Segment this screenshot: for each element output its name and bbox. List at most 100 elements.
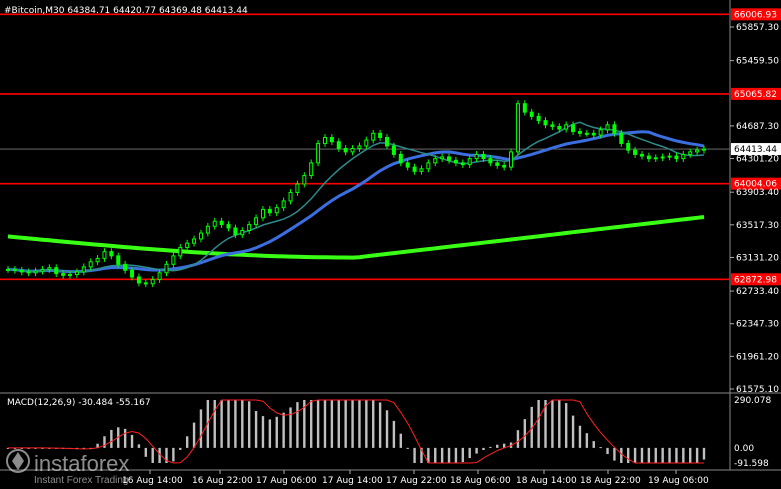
candle-body	[460, 162, 465, 166]
macd-histogram-bar	[241, 400, 244, 448]
candle-body	[33, 270, 38, 274]
macd-histogram-bar	[523, 419, 527, 448]
candle-body	[68, 273, 73, 276]
price-tick-label: 63903.40	[736, 188, 779, 198]
macd-histogram-bar	[351, 400, 354, 448]
candle-body	[543, 120, 548, 126]
time-tick-label: 17 Aug 22:00	[386, 476, 447, 486]
macd-histogram-bar	[689, 447, 692, 463]
price-axis: 65857.30 65459.50 64687.30 64301.20 63903.40…	[730, 23, 779, 395]
time-tick-label: 17 Aug 14:00	[322, 476, 383, 486]
candle-body	[322, 137, 327, 144]
macd-histogram-bar	[447, 447, 451, 463]
macd-histogram-bar	[482, 447, 485, 451]
candle-body	[653, 157, 658, 160]
price-tick-label: 65857.30	[736, 23, 779, 33]
candle-body	[6, 268, 10, 271]
macd-histogram-bar	[654, 447, 657, 463]
macd-axis-label: -91.598	[734, 459, 769, 469]
candle-body	[688, 151, 693, 155]
candle-body	[529, 111, 534, 117]
candle-body	[385, 137, 390, 147]
candle-body	[54, 267, 59, 275]
macd-histogram-bar	[275, 416, 278, 448]
macd-histogram-bar	[496, 444, 499, 448]
candle-body	[495, 162, 500, 166]
macd-histogram-bar	[337, 400, 340, 448]
time-tick-label: 18 Aug 22:00	[580, 476, 641, 486]
macd-histogram-bar	[613, 447, 616, 461]
candle-body	[192, 238, 197, 244]
candle-body	[626, 142, 631, 151]
candle-body	[150, 279, 155, 285]
macd-histogram-bar	[323, 400, 327, 448]
candle-body	[74, 271, 79, 275]
candle-body	[219, 220, 224, 226]
candle-body	[502, 164, 507, 168]
candle-body	[226, 224, 231, 229]
price-tick-label: 65459.50	[736, 57, 779, 67]
candle-body	[605, 124, 610, 131]
price-tick-label: 64301.20	[736, 155, 779, 165]
candle-body	[281, 200, 286, 209]
macd-histogram-bar	[592, 441, 595, 448]
brand-tagline: Instant Forex Trading	[34, 475, 129, 486]
macd-histogram-bar	[213, 400, 216, 448]
macd-axis-label: 0.00	[734, 444, 754, 454]
macd-histogram-bar	[365, 400, 368, 448]
candle-body	[288, 191, 293, 202]
macd-histogram-bar	[130, 434, 134, 448]
candle-body	[515, 103, 520, 153]
candle-body	[19, 269, 24, 273]
candle-body	[143, 282, 148, 285]
candle-body	[136, 276, 141, 284]
candle-body	[12, 268, 17, 271]
candle-body	[164, 263, 169, 274]
price-tick-label: 63517.30	[736, 221, 779, 231]
candle-body	[295, 183, 300, 193]
candle-body	[40, 268, 45, 272]
level-label: 65065.82	[734, 90, 777, 100]
symbol-header: #Bitcoin,M30 64384.71 64420.77 64369.48 …	[4, 6, 248, 16]
macd-histogram-bar	[137, 444, 141, 448]
macd-histogram-bar	[571, 415, 575, 448]
candle-body	[343, 148, 348, 153]
candle-body	[364, 139, 369, 147]
candle-body	[316, 142, 321, 164]
candle-body	[302, 175, 307, 185]
macd-histogram-bar	[551, 400, 554, 448]
macd-histogram-bar	[585, 433, 589, 448]
price-tick-label: 63131.20	[736, 253, 779, 263]
time-tick-label: 17 Aug 06:00	[256, 476, 317, 486]
macd-histogram-bar	[399, 433, 402, 448]
candle-body	[398, 153, 403, 164]
candle-body	[536, 115, 541, 122]
price-chart[interactable]: 66006.9365065.8264004.0662872.9864413.44…	[0, 0, 781, 489]
candle-body	[157, 272, 162, 281]
macd-histogram-bar	[185, 436, 189, 448]
macd-histogram-bar	[110, 429, 113, 448]
candle-body	[433, 158, 438, 164]
candle-body	[681, 153, 686, 160]
macd-histogram-bar	[254, 411, 258, 448]
candle-body	[564, 124, 569, 130]
candle-body	[509, 151, 514, 168]
macd-histogram-bar	[558, 400, 561, 448]
macd-histogram-bar	[179, 447, 182, 450]
macd-histogram-bar	[358, 400, 361, 448]
macd-histogram-bar	[537, 400, 540, 448]
macd-histogram-bar	[330, 400, 334, 448]
candle-body	[371, 132, 376, 141]
candle-body	[267, 208, 272, 214]
moving-averages	[7, 121, 705, 274]
candle-body	[185, 242, 190, 248]
macd-histogram-bar	[475, 447, 478, 454]
time-tick-label: 18 Aug 14:00	[516, 476, 577, 486]
macd-histogram-bar	[289, 407, 292, 448]
price-tick-label: 61961.20	[736, 352, 779, 362]
macd-histogram-bar	[247, 401, 251, 448]
instaforex-logo: instaforex Instant Forex Trading	[6, 449, 129, 486]
candle-body	[633, 149, 638, 155]
candle-body	[481, 153, 486, 160]
candle-body	[426, 162, 431, 170]
